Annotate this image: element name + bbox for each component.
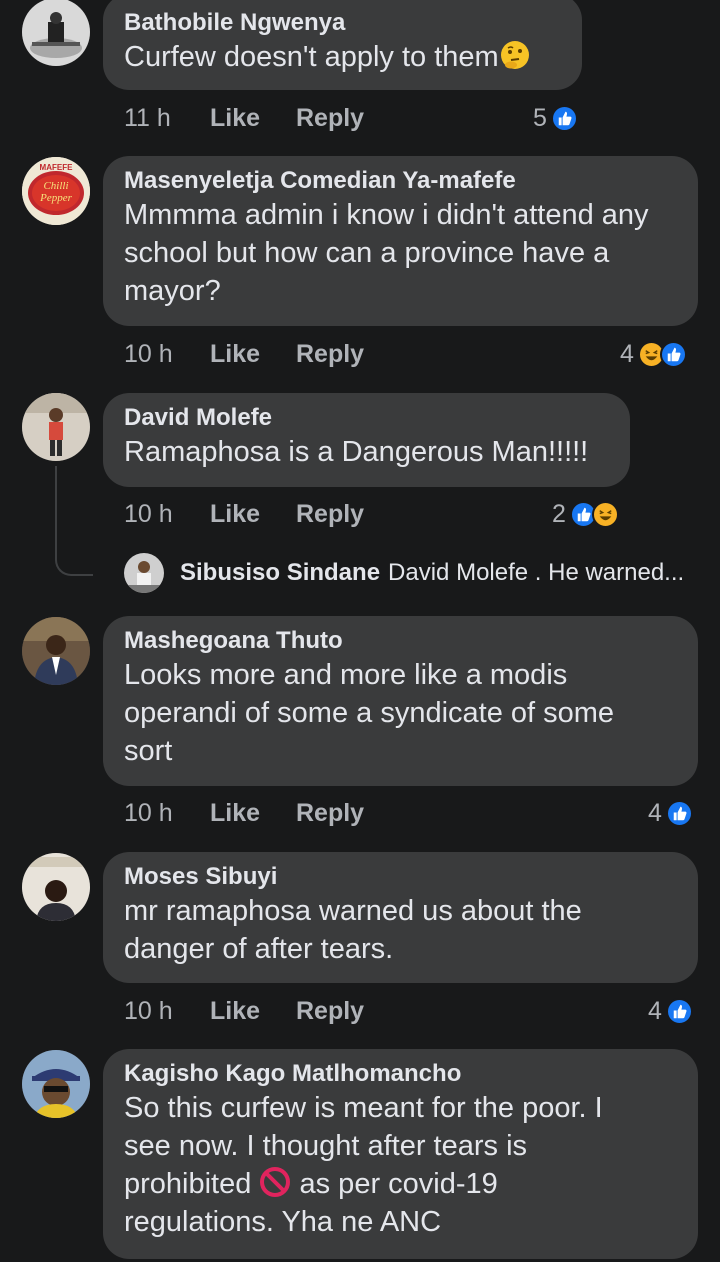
comment-author[interactable]: Masenyeletja Comedian Ya-mafefe bbox=[124, 166, 678, 196]
like-button[interactable]: Like bbox=[210, 101, 260, 135]
avatar[interactable] bbox=[22, 617, 90, 685]
reaction-count: 2 bbox=[552, 499, 566, 528]
like-reaction-icon bbox=[550, 104, 578, 132]
comment-text-line: Mmmma admin i know i didn't attend any bbox=[124, 199, 649, 231]
comment-text: Curfew doesn't apply to them bbox=[124, 38, 562, 76]
comment-bubble[interactable]: David Molefe Ramaphosa is a Dangerous Ma… bbox=[103, 393, 630, 487]
reply-button[interactable]: Reply bbox=[296, 994, 364, 1028]
like-button[interactable]: Like bbox=[210, 337, 260, 371]
comment-time[interactable]: 10 h bbox=[124, 796, 173, 830]
comment-author[interactable]: David Molefe bbox=[124, 403, 610, 433]
comment-bubble[interactable]: Mashegoana Thuto Looks more and more lik… bbox=[103, 616, 698, 786]
reaction-summary[interactable]: 5 bbox=[533, 101, 578, 135]
reply-author[interactable]: Sibusiso Sindane bbox=[180, 559, 380, 587]
reply-preview[interactable]: Sibusiso Sindane David Molefe . He warne… bbox=[124, 553, 704, 593]
comment-bubble[interactable]: Bathobile Ngwenya Curfew doesn't apply t… bbox=[103, 0, 582, 90]
comment-time[interactable]: 10 h bbox=[124, 994, 173, 1028]
comment-text-line: school but how can a province have a bbox=[124, 237, 610, 269]
comment-text-line: prohibited as per covid-19 bbox=[124, 1165, 678, 1203]
reaction-summary[interactable]: 4 bbox=[620, 337, 687, 371]
comment-text-line: mr ramaphosa warned us about the bbox=[124, 895, 582, 927]
like-reaction-icon bbox=[665, 799, 693, 827]
haha-reaction-icon bbox=[591, 500, 619, 528]
brand-text: MAFEFE bbox=[40, 163, 74, 172]
reply-button[interactable]: Reply bbox=[296, 497, 364, 531]
reaction-summary[interactable]: 2 bbox=[552, 497, 619, 531]
like-reaction-icon bbox=[665, 997, 693, 1025]
reply-text: David Molefe . He warned... bbox=[388, 559, 685, 586]
comment-text-span: as per covid-19 bbox=[299, 1168, 498, 1200]
comment-text-span: prohibited bbox=[124, 1168, 252, 1200]
reaction-count: 4 bbox=[620, 339, 634, 368]
comment-author[interactable]: Bathobile Ngwenya bbox=[124, 8, 562, 38]
comment-author[interactable]: Moses Sibuyi bbox=[124, 862, 678, 892]
reaction-count: 5 bbox=[533, 103, 547, 132]
comment-text-line: So this curfew is meant for the poor. I bbox=[124, 1092, 603, 1124]
comment-bubble[interactable]: Kagisho Kago Matlhomancho So this curfew… bbox=[103, 1049, 698, 1259]
comment-bubble[interactable]: Masenyeletja Comedian Ya-mafefe Mmmma ad… bbox=[103, 156, 698, 326]
comment-text-line: mayor? bbox=[124, 275, 221, 307]
comment-text-line: operandi of some a syndicate of some bbox=[124, 697, 615, 729]
reply-button[interactable]: Reply bbox=[296, 337, 364, 371]
comment-time[interactable]: 11 h bbox=[124, 101, 171, 135]
comment-text-line: see now. I thought after tears is bbox=[124, 1130, 528, 1162]
reaction-summary[interactable]: 4 bbox=[648, 994, 693, 1028]
comment-text-line: Looks more and more like a modis bbox=[124, 659, 568, 691]
prohibited-icon bbox=[259, 1166, 291, 1198]
comment-text: Ramaphosa is a Dangerous Man!!!!! bbox=[124, 436, 589, 468]
avatar[interactable] bbox=[22, 1050, 90, 1118]
like-reaction-icon bbox=[659, 340, 687, 368]
brand-text: Chilli bbox=[43, 180, 68, 192]
reply-button[interactable]: Reply bbox=[296, 796, 364, 830]
comment-text-line: sort bbox=[124, 735, 173, 767]
reaction-count: 4 bbox=[648, 798, 662, 827]
reply-button[interactable]: Reply bbox=[296, 101, 364, 135]
comment-text-line: regulations. Yha ne ANC bbox=[124, 1206, 442, 1238]
avatar[interactable]: MAFEFE Chilli Pepper bbox=[22, 157, 90, 225]
like-button[interactable]: Like bbox=[210, 497, 260, 531]
thinking-emoji-icon bbox=[499, 39, 531, 71]
comment-bubble[interactable]: Moses Sibuyi mr ramaphosa warned us abou… bbox=[103, 852, 698, 983]
brand-text: Pepper bbox=[39, 192, 72, 204]
comment-time[interactable]: 10 h bbox=[124, 337, 173, 371]
comment-author[interactable]: Kagisho Kago Matlhomancho bbox=[124, 1059, 678, 1089]
comment-time[interactable]: 10 h bbox=[124, 497, 173, 531]
comment-text-line: danger of after tears. bbox=[124, 933, 394, 965]
avatar bbox=[124, 553, 164, 593]
thread-connector bbox=[55, 466, 93, 576]
comment-author[interactable]: Mashegoana Thuto bbox=[124, 626, 678, 656]
reaction-count: 4 bbox=[648, 996, 662, 1025]
comment-text-span: Curfew doesn't apply to them bbox=[124, 41, 499, 73]
avatar[interactable] bbox=[22, 853, 90, 921]
avatar[interactable] bbox=[22, 393, 90, 461]
like-button[interactable]: Like bbox=[210, 994, 260, 1028]
like-button[interactable]: Like bbox=[210, 796, 260, 830]
reaction-summary[interactable]: 4 bbox=[648, 796, 693, 830]
avatar[interactable] bbox=[22, 0, 90, 66]
